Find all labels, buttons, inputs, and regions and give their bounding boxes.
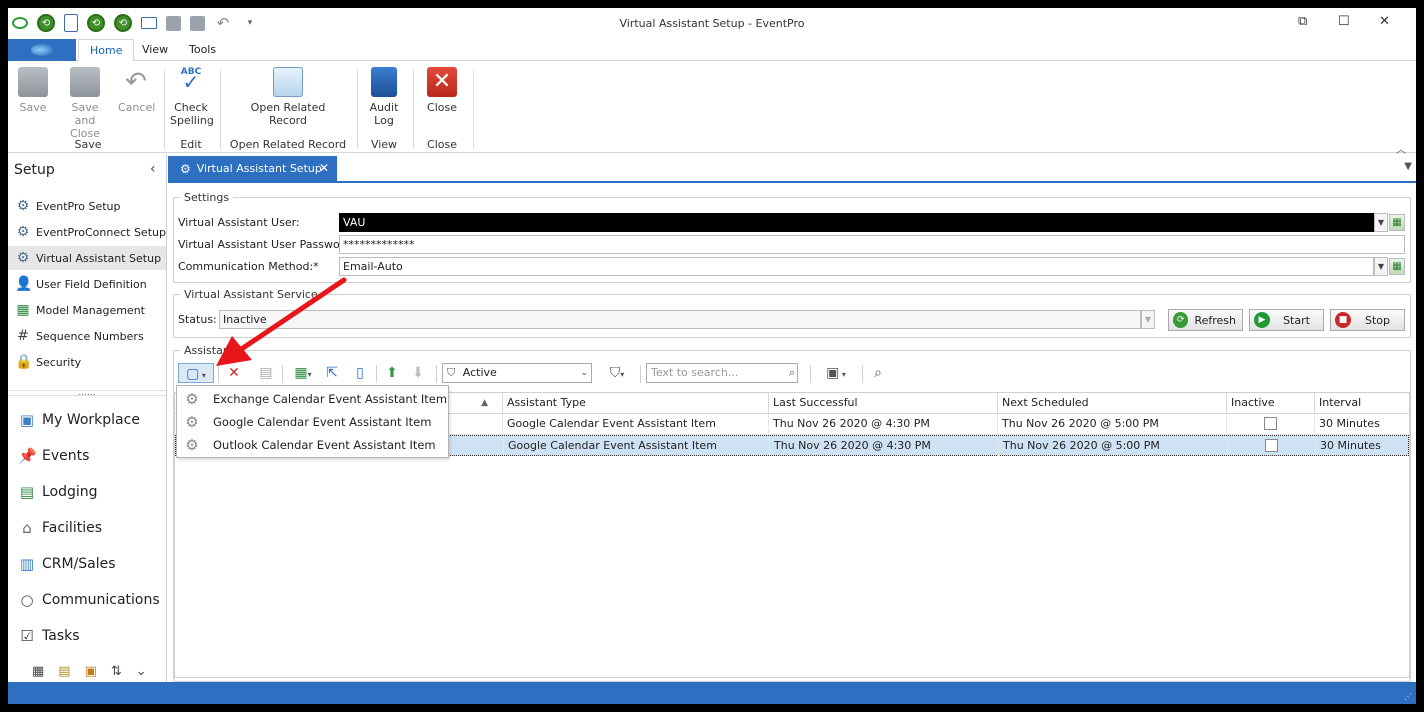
arrow-head	[216, 336, 252, 366]
arrow-shaft	[237, 277, 347, 353]
resize-grip-icon[interactable]: ⋰	[1404, 692, 1412, 701]
annotation-arrow	[216, 277, 347, 366]
app-window: ⟲ ⟲ ⟲ ↶ ▾ Virtual Assistant Setup - Even…	[8, 8, 1416, 704]
status-bar: ⋰	[8, 682, 1416, 704]
